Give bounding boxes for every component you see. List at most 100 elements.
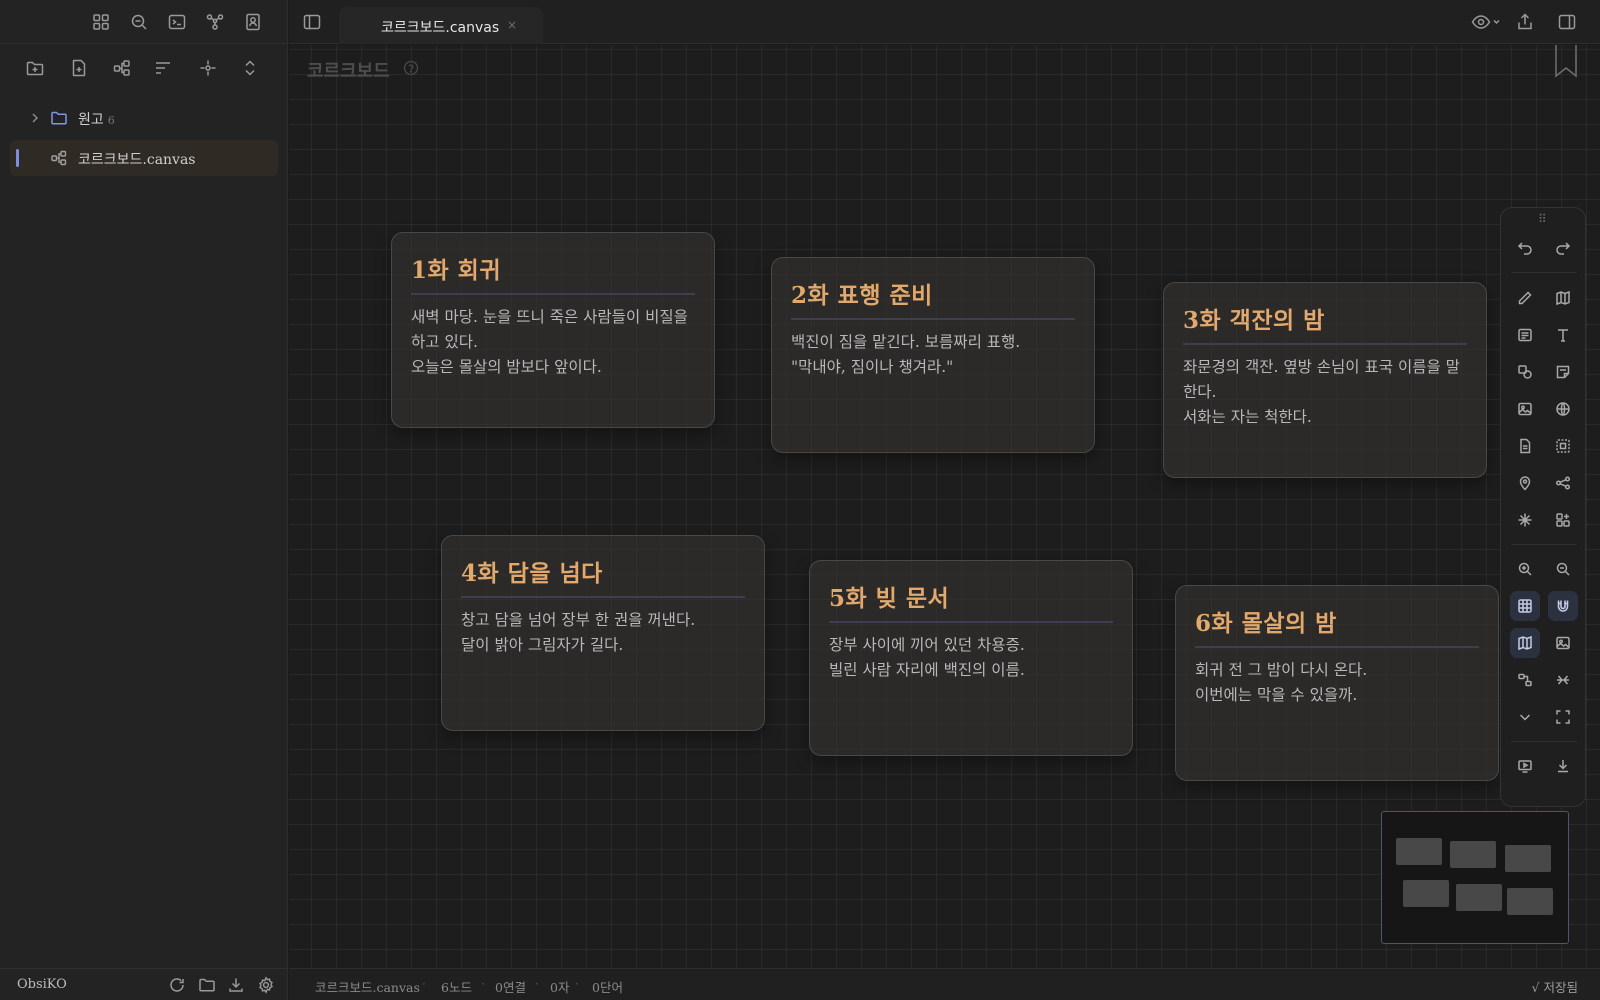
connector-icon[interactable] — [1548, 468, 1578, 498]
terminal-icon[interactable] — [167, 12, 187, 32]
toggle-right-sidebar-icon[interactable] — [1557, 12, 1577, 32]
search-icon[interactable] — [129, 12, 149, 32]
sync-icon[interactable] — [168, 976, 186, 994]
zoom-out-icon[interactable] — [1548, 554, 1578, 584]
card-divider — [461, 596, 745, 598]
minimap-node — [1505, 845, 1551, 872]
bookmark-icon[interactable] — [1554, 45, 1578, 79]
status-node-count: 6노드 — [441, 980, 472, 995]
sidebar-ribbon — [0, 0, 288, 44]
minimap-toggle-icon[interactable] — [1510, 628, 1540, 658]
zoom-in-icon[interactable] — [1510, 554, 1540, 584]
chevron-down-icon[interactable] — [1510, 702, 1540, 732]
status-separator: · — [575, 977, 579, 991]
minimap-node — [1456, 884, 1502, 911]
minimap[interactable] — [1381, 811, 1569, 944]
card-line: "막내야, 짐이나 챙겨라." — [791, 358, 954, 376]
explorer-toolbar — [0, 52, 288, 84]
tab-corkboard[interactable]: 코르크보드.canvas × — [339, 7, 543, 44]
card-line: 새벽 마당. 눈을 뜨니 죽은 사람들이 비질을 하고 있다. — [411, 308, 688, 351]
minimap-node — [1507, 888, 1553, 915]
active-indicator — [16, 149, 19, 167]
card-episode-4[interactable]: 4화 담을 넘다 창고 담을 넘어 장부 한 권을 꺼낸다. 달이 밝아 그림자… — [441, 535, 765, 731]
location-pin-icon[interactable] — [1510, 468, 1540, 498]
globe-icon[interactable] — [1548, 394, 1578, 424]
vault-name[interactable]: ObsiKO — [17, 977, 67, 992]
toggle-sidebar-icon[interactable] — [302, 12, 322, 32]
tree-folder-label: 원고 — [78, 112, 104, 128]
chevron-right-icon[interactable] — [26, 109, 44, 127]
card-divider — [791, 318, 1075, 320]
help-icon[interactable] — [403, 60, 419, 76]
card-divider — [1183, 343, 1467, 345]
open-vault-icon[interactable] — [198, 976, 216, 994]
sparkle-icon[interactable] — [1510, 505, 1540, 535]
presentation-icon[interactable] — [1510, 751, 1540, 781]
group-select-icon[interactable] — [1548, 431, 1578, 461]
download-icon[interactable] — [227, 976, 245, 994]
dashboard-icon[interactable] — [91, 12, 111, 32]
text-card-icon[interactable] — [1510, 320, 1540, 350]
canvas-toolbar: ⠿ — [1500, 207, 1586, 807]
snap-magnet-icon[interactable] — [1548, 591, 1578, 621]
card-divider — [1195, 646, 1479, 648]
status-word-count: 0단어 — [592, 980, 623, 995]
undo-icon[interactable] — [1510, 233, 1540, 263]
file-icon[interactable] — [1510, 431, 1540, 461]
card-title: 1화 회귀 — [411, 257, 501, 284]
toolbar-divider — [1511, 272, 1577, 273]
canvas-title: 코르크보드 — [307, 61, 390, 82]
card-line: 빌린 사람 자리에 백진의 이름. — [829, 661, 1025, 679]
reading-view-icon[interactable] — [1471, 12, 1503, 32]
card-title: 3화 객잔의 밤 — [1183, 307, 1325, 334]
tree-file-corkboard[interactable]: 코르크보드.canvas — [10, 140, 278, 176]
card-episode-1[interactable]: 1화 회귀 새벽 마당. 눈을 뜨니 죽은 사람들이 비질을 하고 있다. 오늘… — [391, 232, 715, 428]
arrange-icon[interactable] — [1510, 665, 1540, 695]
card-line: 오늘은 몰살의 밤보다 앞이다. — [411, 358, 602, 376]
toolbar-divider — [1511, 741, 1577, 742]
grid-toggle-icon[interactable] — [1510, 591, 1540, 621]
sort-icon[interactable] — [153, 58, 173, 78]
redo-icon[interactable] — [1548, 233, 1578, 263]
new-note-icon[interactable] — [69, 58, 89, 78]
text-icon[interactable] — [1548, 320, 1578, 350]
contact-book-icon[interactable] — [243, 12, 263, 32]
sticky-note-icon[interactable] — [1548, 357, 1578, 387]
image-icon[interactable] — [1510, 394, 1540, 424]
card-episode-5[interactable]: 5화 빚 문서 장부 사이에 끼어 있던 차용증. 빌린 사람 자리에 백진의 … — [809, 560, 1133, 756]
card-body: 창고 담을 넘어 장부 한 권을 꺼낸다. 달이 밝아 그림자가 길다. — [461, 608, 751, 658]
tab-close-button[interactable]: × — [507, 18, 517, 32]
new-folder-icon[interactable] — [25, 58, 45, 78]
collapse-arrows-icon[interactable] — [1548, 665, 1578, 695]
shapes-icon[interactable] — [1510, 357, 1540, 387]
card-episode-3[interactable]: 3화 객잔의 밤 좌문경의 객잔. 옆방 손님이 표국 이름을 말한다. 서화는… — [1163, 282, 1487, 478]
card-episode-6[interactable]: 6화 몰살의 밤 회귀 전 그 밤이 다시 온다. 이번에는 막을 수 있을까. — [1175, 585, 1499, 781]
minimap-node — [1403, 880, 1449, 907]
minimap-node — [1450, 841, 1496, 868]
drag-handle-icon[interactable]: ⠿ — [1538, 212, 1547, 226]
card-body: 백진이 짐을 맡긴다. 보름짜리 표행. "막내야, 짐이나 챙겨라." — [791, 330, 1081, 380]
status-separator: · — [422, 977, 426, 991]
tree-folder-manuscript[interactable]: 원고 6 — [10, 100, 278, 136]
card-line: 회귀 전 그 밤이 다시 온다. — [1195, 661, 1368, 679]
card-line: 창고 담을 넘어 장부 한 권을 꺼낸다. — [461, 611, 696, 629]
map-icon[interactable] — [1548, 283, 1578, 313]
card-line: 달이 밝아 그림자가 길다. — [461, 636, 624, 654]
pencil-icon[interactable] — [1510, 283, 1540, 313]
reveal-active-file-icon[interactable] — [198, 58, 218, 78]
card-episode-2[interactable]: 2화 표행 준비 백진이 짐을 맡긴다. 보름짜리 표행. "막내야, 짐이나 … — [771, 257, 1095, 453]
graph-view-icon[interactable] — [205, 12, 225, 32]
status-separator: · — [481, 977, 485, 991]
fullscreen-icon[interactable] — [1548, 702, 1578, 732]
card-divider — [829, 621, 1113, 623]
tab-bar: 코르크보드.canvas × — [289, 0, 1600, 44]
new-canvas-icon[interactable] — [112, 58, 132, 78]
share-icon[interactable] — [1515, 12, 1535, 32]
background-image-icon[interactable] — [1548, 628, 1578, 658]
settings-gear-icon[interactable] — [257, 976, 275, 994]
export-download-icon[interactable] — [1548, 751, 1578, 781]
add-widget-icon[interactable] — [1548, 505, 1578, 535]
expand-collapse-icon[interactable] — [240, 58, 260, 78]
card-title: 5화 빚 문서 — [829, 585, 950, 612]
minimap-node — [1396, 838, 1442, 865]
